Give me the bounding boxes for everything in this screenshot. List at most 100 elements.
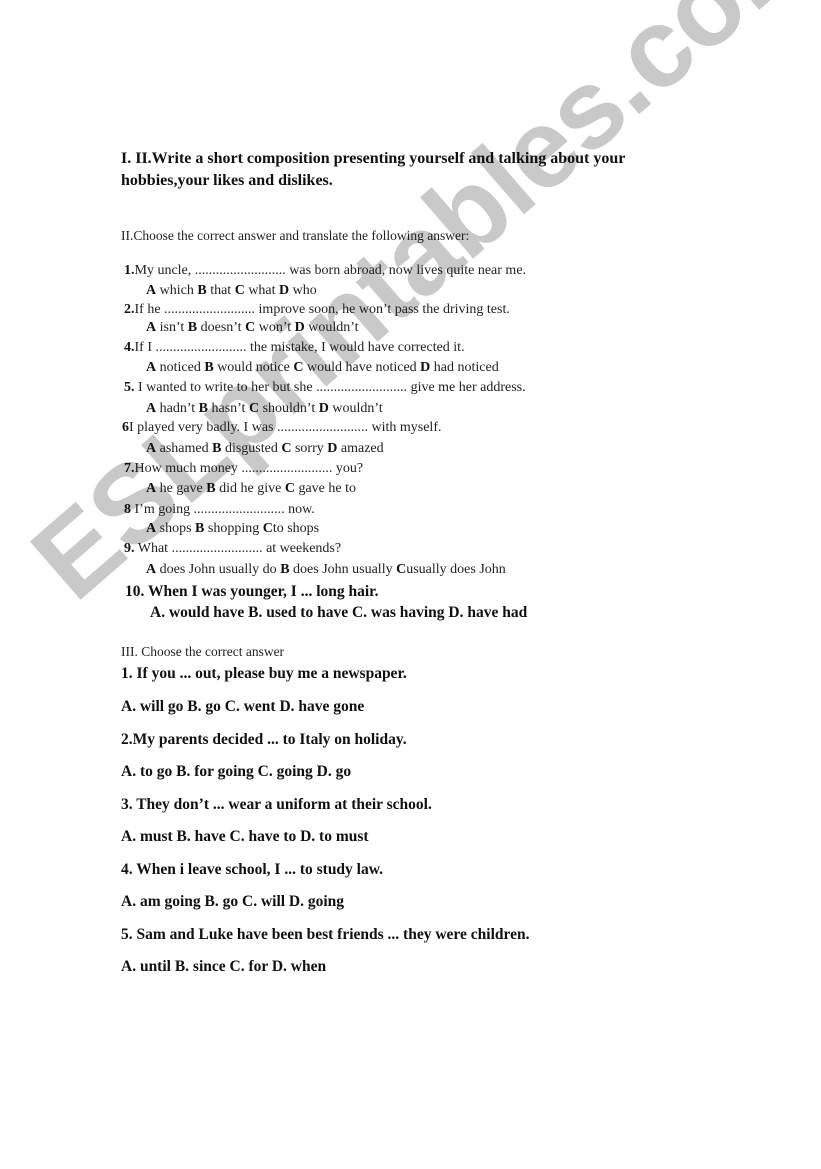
option-text: did he give — [219, 481, 282, 496]
option-text: noticed — [159, 360, 201, 375]
s2-question-10: 10. When I was younger, I ... long hair. — [125, 583, 379, 600]
option-text: usually does John — [406, 562, 506, 577]
option-text: wouldn’t — [332, 401, 383, 416]
option-letter: C — [248, 401, 260, 416]
question-text: If you ... out, please buy me a newspape… — [132, 665, 407, 682]
question-text: I wanted to write to her but she .......… — [134, 380, 526, 395]
s3-question-2: 2.My parents decided ... to Italy on hol… — [121, 731, 407, 749]
option-text: wouldn’t — [308, 320, 359, 335]
s3-question-1: 1. If you ... out, please buy me a newsp… — [121, 665, 407, 683]
option-letter: D — [318, 401, 329, 416]
s3-question-3: 3. They don’t ... wear a uniform at thei… — [121, 796, 432, 814]
option-letter: D — [294, 320, 305, 335]
s3-options-4: A. am going B. go C. will D. going — [121, 893, 345, 910]
s2-question-6: 6I played very badly. I was ............… — [122, 420, 441, 436]
question-text: What .......................... at weeke… — [134, 541, 342, 556]
s2-question-5: 5. I wanted to write to her but she ....… — [124, 380, 526, 396]
option-text: to shops — [272, 521, 320, 536]
question-text: I’m going .......................... now… — [131, 502, 315, 517]
option-text: isn’t — [159, 320, 185, 335]
question-number: 2. — [121, 731, 133, 748]
s3-options-5: A. until B. since C. for D. when — [121, 958, 327, 975]
option-letter: B — [280, 562, 290, 577]
question-text: My uncle, .......................... was… — [134, 263, 527, 278]
option-text: shops — [159, 521, 192, 536]
s3-options-1: A. will go B. go C. went D. have gone — [121, 698, 365, 715]
s2-options-1: A which B that C what D who — [146, 283, 317, 299]
option-text: amazed — [340, 441, 384, 456]
s2-question-9: 9. What .......................... at we… — [124, 541, 341, 557]
question-number: 9. — [124, 541, 135, 556]
option-text: shopping — [207, 521, 260, 536]
s2-options-9: A does John usually do B does John usual… — [146, 562, 506, 578]
question-number: 3. — [121, 796, 133, 813]
option-text: that — [210, 283, 232, 298]
option-letter: B — [198, 401, 208, 416]
s2-options-8: A shops B shopping Cto shops — [146, 521, 319, 537]
question-number: 4. — [124, 340, 135, 355]
option-letter: A — [146, 401, 157, 416]
section2-heading: II.Choose the correct answer and transla… — [121, 228, 470, 243]
option-letter: C — [234, 283, 245, 298]
question-text: If I .......................... the mist… — [134, 340, 465, 355]
question-text: I played very badly. I was .............… — [129, 420, 442, 435]
question-number: 8 — [124, 502, 131, 517]
option-letter: C — [284, 481, 295, 496]
option-text: doesn’t — [200, 320, 242, 335]
s3-options-3: A. must B. have C. have to D. to must — [121, 828, 369, 845]
option-letter: B — [206, 481, 216, 496]
question-number: 5. — [121, 926, 133, 943]
s3-options-2: A. to go B. for going C. going D. go — [121, 763, 352, 780]
option-text: does John usually — [293, 562, 393, 577]
s3-question-4: 4. When i leave school, I ... to study l… — [121, 861, 383, 879]
option-text: gave he to — [298, 481, 356, 496]
option-letter: A — [146, 521, 157, 536]
option-text: disgusted — [224, 441, 278, 456]
question-number: 4. — [121, 861, 133, 878]
s3-question-5: 5. Sam and Luke have been best friends .… — [121, 926, 529, 944]
question-number: 2. — [124, 302, 135, 317]
option-text: had noticed — [433, 360, 499, 375]
option-text: would notice — [217, 360, 290, 375]
s2-options-7: A he gave B did he give C gave he to — [146, 481, 356, 497]
option-text: what — [248, 283, 276, 298]
option-letter: B — [187, 320, 198, 335]
s2-options-6: A ashamed B disgusted C sorry D amazed — [146, 441, 384, 457]
option-text: he gave — [159, 481, 203, 496]
option-letter: A — [146, 481, 157, 496]
option-letter: D — [420, 360, 431, 375]
s2-options-5: A hadn’t B hasn’t C shouldn’t D wouldn’t — [146, 401, 383, 417]
option-letter: B — [204, 360, 214, 375]
option-text: hadn’t — [159, 401, 196, 416]
option-letter: B — [212, 441, 222, 456]
s2-options-4: A noticed B would notice C would have no… — [146, 360, 499, 376]
option-letter: B — [195, 521, 205, 536]
question-number: 1. — [124, 263, 135, 278]
option-letter: C — [293, 360, 304, 375]
s2-options-10: A. would have B. used to have C. was hav… — [150, 604, 528, 621]
option-text: shouldn’t — [262, 401, 316, 416]
option-letter: C — [245, 320, 256, 335]
option-text: won’t — [258, 320, 292, 335]
option-letter: D — [327, 441, 338, 456]
s2-question-1: 1.My uncle, .......................... w… — [124, 263, 526, 279]
question-number: 6 — [122, 420, 129, 435]
question-text: They don’t ... wear a uniform at their s… — [132, 796, 432, 813]
s2-question-4: 4.If I .......................... the mi… — [124, 340, 465, 356]
option-text: does John usually do — [159, 562, 277, 577]
option-text: sorry — [294, 441, 324, 456]
option-letter: A — [146, 562, 157, 577]
option-letter: A — [146, 360, 157, 375]
section3-heading: III. Choose the correct answer — [121, 644, 285, 659]
s2-options-2: A isn’t B doesn’t C won’t D wouldn’t — [146, 320, 359, 336]
s2-question-7: 7.How much money .......................… — [124, 461, 363, 477]
option-text: which — [159, 283, 194, 298]
option-letter: C — [281, 441, 292, 456]
question-text: My parents decided ... to Italy on holid… — [132, 731, 407, 748]
option-letter: C — [396, 562, 407, 577]
option-letter: A — [146, 441, 157, 456]
option-letter: D — [279, 283, 290, 298]
question-text: How much money .........................… — [134, 461, 364, 476]
question-text: Sam and Luke have been best friends ... … — [132, 926, 530, 943]
option-letter: B — [197, 283, 207, 298]
